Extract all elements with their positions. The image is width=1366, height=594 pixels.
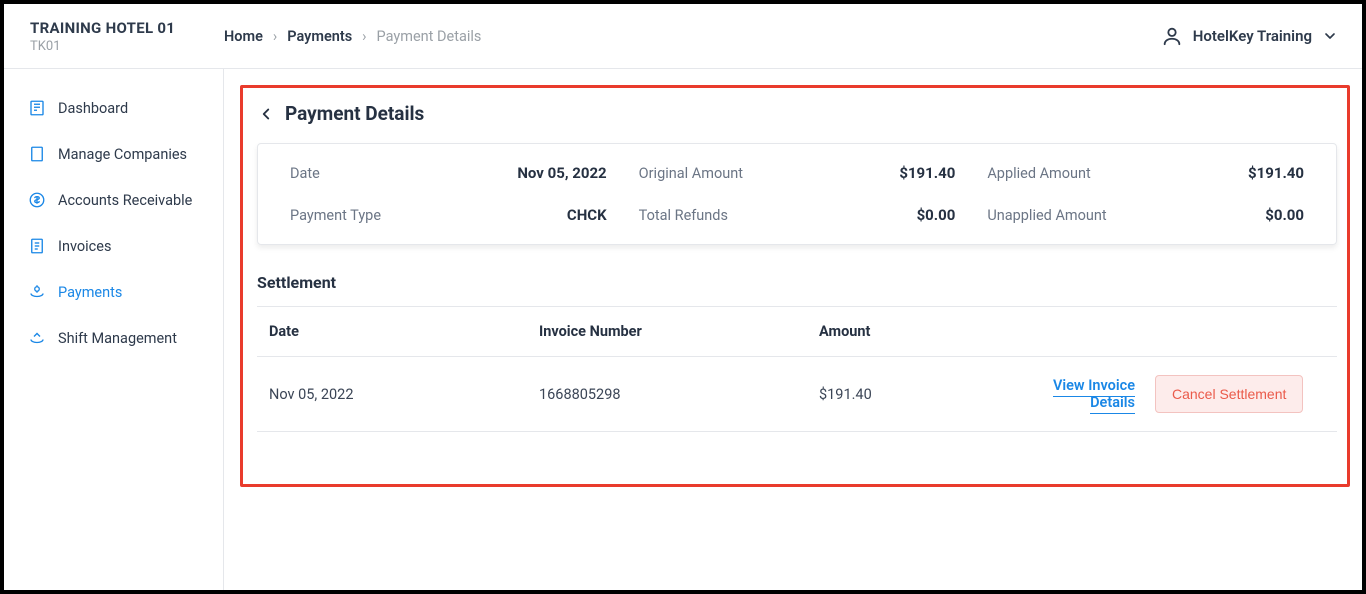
summary-label: Applied Amount	[987, 165, 1090, 182]
user-menu[interactable]: HotelKey Training	[1161, 25, 1338, 47]
chevron-right-icon: ›	[273, 28, 277, 45]
highlight-box: Payment Details Date Nov 05, 2022 Origin…	[240, 85, 1350, 487]
sidebar-item-label: Manage Companies	[58, 146, 187, 163]
summary-original-amount: Original Amount $191.40	[623, 152, 972, 194]
sidebar-item-label: Payments	[58, 284, 122, 301]
user-name: HotelKey Training	[1193, 27, 1312, 45]
row-invoice: 1668805298	[539, 386, 819, 403]
summary-value: Nov 05, 2022	[517, 164, 606, 182]
summary-date: Date Nov 05, 2022	[274, 152, 623, 194]
header-amount: Amount	[819, 323, 1009, 340]
summary-label: Original Amount	[639, 165, 743, 182]
settlement-title: Settlement	[257, 273, 1337, 292]
page-title-row: Payment Details	[257, 102, 1337, 125]
summary-applied-amount: Applied Amount $191.40	[971, 152, 1320, 194]
sidebar-item-manage-companies[interactable]: Manage Companies	[4, 131, 223, 177]
content-area: Payment Details Date Nov 05, 2022 Origin…	[224, 69, 1362, 590]
hotel-block: TRAINING HOTEL 01 TK01	[22, 19, 224, 54]
shift-icon	[28, 329, 46, 347]
payments-icon	[28, 283, 46, 301]
breadcrumb-current: Payment Details	[377, 28, 482, 45]
summary-label: Date	[290, 165, 320, 182]
summary-unapplied-amount: Unapplied Amount $0.00	[971, 194, 1320, 236]
summary-value: $0.00	[917, 206, 956, 224]
invoice-icon	[28, 237, 46, 255]
sidebar-item-shift-management[interactable]: Shift Management	[4, 315, 223, 361]
sidebar-item-label: Dashboard	[58, 100, 128, 117]
row-date: Nov 05, 2022	[269, 386, 539, 403]
settlement-table-header: Date Invoice Number Amount	[257, 306, 1337, 357]
building-icon	[28, 145, 46, 163]
sidebar: Dashboard Manage Companies Accounts Rece…	[4, 69, 224, 590]
sidebar-item-dashboard[interactable]: Dashboard	[4, 85, 223, 131]
dashboard-icon	[28, 99, 46, 117]
chevron-right-icon: ›	[362, 28, 366, 45]
sidebar-item-invoices[interactable]: Invoices	[4, 223, 223, 269]
summary-value: $191.40	[899, 164, 955, 182]
summary-value: CHCK	[567, 206, 607, 224]
sidebar-item-label: Accounts Receivable	[58, 192, 192, 209]
header-date: Date	[269, 323, 539, 340]
dollar-icon	[28, 191, 46, 209]
summary-label: Total Refunds	[639, 207, 728, 224]
summary-value: $191.40	[1248, 164, 1304, 182]
user-icon	[1161, 25, 1183, 47]
cancel-settlement-button[interactable]: Cancel Settlement	[1155, 375, 1303, 413]
breadcrumb: Home › Payments › Payment Details	[224, 28, 481, 45]
summary-payment-type: Payment Type CHCK	[274, 194, 623, 236]
sidebar-item-label: Shift Management	[58, 330, 177, 347]
settlement-row: Nov 05, 2022 1668805298 $191.40 View Inv…	[257, 357, 1337, 432]
chevron-down-icon	[1322, 28, 1338, 44]
payment-summary-card: Date Nov 05, 2022 Original Amount $191.4…	[257, 143, 1337, 245]
row-amount: $191.40	[819, 386, 1009, 403]
sidebar-item-label: Invoices	[58, 238, 111, 255]
hotel-name: TRAINING HOTEL 01	[30, 19, 224, 37]
sidebar-item-accounts-receivable[interactable]: Accounts Receivable	[4, 177, 223, 223]
summary-value: $0.00	[1265, 206, 1304, 224]
page-title: Payment Details	[285, 102, 424, 125]
summary-total-refunds: Total Refunds $0.00	[623, 194, 972, 236]
breadcrumb-home[interactable]: Home	[224, 28, 263, 45]
summary-label: Unapplied Amount	[987, 207, 1106, 224]
header-invoice: Invoice Number	[539, 323, 819, 340]
hotel-code: TK01	[30, 39, 224, 54]
sidebar-item-payments[interactable]: Payments	[4, 269, 223, 315]
top-bar: TRAINING HOTEL 01 TK01 Home › Payments ›…	[4, 4, 1362, 68]
summary-label: Payment Type	[290, 207, 381, 224]
breadcrumb-payments[interactable]: Payments	[287, 28, 352, 45]
view-invoice-details-link[interactable]: View Invoice Details	[1053, 377, 1135, 414]
chevron-left-icon[interactable]	[257, 105, 275, 123]
